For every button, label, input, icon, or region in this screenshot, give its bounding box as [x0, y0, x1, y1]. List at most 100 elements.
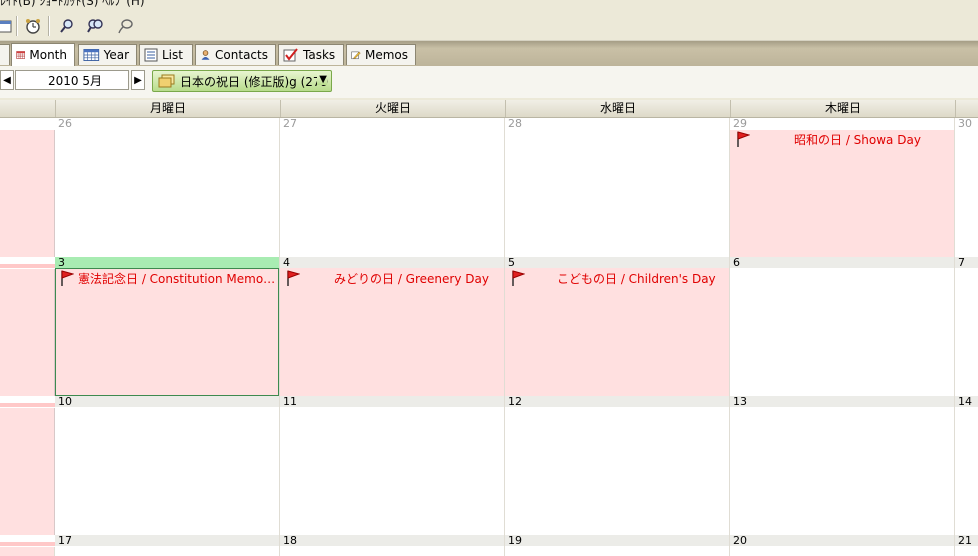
day-cell-partial[interactable] — [0, 130, 55, 257]
day-number: 3 — [55, 257, 279, 268]
tab-month[interactable]: Month — [11, 43, 75, 66]
holiday-event[interactable]: こどもの日 / Children's Day — [511, 270, 727, 286]
alarm-clock-icon[interactable] — [22, 15, 44, 37]
folders-icon — [158, 74, 175, 88]
day-number: 5 — [505, 257, 729, 268]
day-cell-partial[interactable] — [0, 408, 55, 535]
find-replace-icon[interactable] — [84, 15, 106, 37]
day-number: 20 — [730, 535, 954, 546]
day-number: 18 — [280, 535, 504, 546]
day-number: 28 — [508, 117, 522, 130]
navigation-bar: ◀ 2010 5月 ▶ 日本の祝日 (修正版)g (279 ▼ — [0, 66, 978, 98]
day-number: 6 — [730, 257, 954, 268]
calendar-icon[interactable] — [0, 15, 16, 37]
month-grid: 26 27 28 29 昭和の日 / Showa Day 30 3 憲法記念日 … — [0, 118, 978, 556]
day-cell[interactable]: 12 — [505, 396, 730, 535]
day-cell-partial[interactable]: 30 — [955, 118, 978, 257]
holiday-title: 昭和の日 / Showa Day — [794, 132, 921, 147]
holiday-event[interactable]: 昭和の日 / Showa Day — [736, 131, 952, 147]
day-number: 19 — [505, 535, 729, 546]
search-icon[interactable] — [56, 15, 78, 37]
holiday-background — [730, 130, 954, 257]
day-number: 11 — [280, 396, 504, 407]
flag-icon — [512, 270, 525, 286]
lasso-icon[interactable] — [114, 15, 136, 37]
flag-icon — [737, 131, 750, 147]
day-cell-partial[interactable]: 7 — [955, 257, 978, 396]
day-cell[interactable]: 17 — [55, 535, 280, 556]
holiday-background — [55, 268, 279, 396]
tab-tasks-label: Tasks — [303, 48, 336, 62]
day-number: 21 — [955, 535, 978, 546]
day-number: 13 — [730, 396, 954, 407]
triangle-left-icon: ◀ — [3, 74, 11, 86]
holiday-title: こどもの日 / Children's Day — [557, 271, 716, 286]
day-number: 4 — [280, 257, 504, 268]
day-cell[interactable]: 13 — [730, 396, 955, 535]
day-number: 26 — [58, 117, 72, 130]
day-number: 27 — [283, 117, 297, 130]
weekday-thursday: 木曜日 — [730, 100, 955, 117]
day-cell-partial[interactable] — [0, 547, 55, 556]
memo-pencil-icon — [351, 51, 361, 60]
day-cell[interactable]: 20 — [730, 535, 955, 556]
list-icon — [144, 48, 158, 62]
day-cell[interactable]: 26 — [55, 118, 280, 257]
holiday-event[interactable]: みどりの日 / Greenery Day — [286, 270, 502, 286]
holiday-background — [505, 268, 729, 396]
day-number: 30 — [958, 117, 972, 130]
menu-text[interactable]: ﾚｲﾄ(B) ｼｮｰﾄｶｯﾄ(S) ﾍﾙﾌﾟ(H) — [0, 0, 145, 9]
flag-icon — [61, 270, 74, 286]
holiday-title: 憲法記念日 / Constitution Memorial Day — [78, 271, 277, 286]
weekday-wednesday: 水曜日 — [505, 100, 730, 117]
weekday-monday: 月曜日 — [55, 100, 280, 117]
holiday-event[interactable]: 憲法記念日 / Constitution Memorial Day — [60, 270, 277, 286]
holiday-set-dropdown[interactable]: 日本の祝日 (修正版)g (279 ▼ — [152, 70, 332, 92]
day-cell[interactable]: 19 — [505, 535, 730, 556]
day-cell-partial[interactable]: 21 — [955, 535, 978, 556]
day-cell[interactable]: 28 — [505, 118, 730, 257]
day-cell[interactable]: 4 みどりの日 / Greenery Day — [280, 257, 505, 396]
prev-month-button[interactable]: ◀ — [0, 70, 14, 90]
day-cell[interactable]: 18 — [280, 535, 505, 556]
day-cell[interactable]: 6 — [730, 257, 955, 396]
tab-list-label: List — [162, 48, 183, 62]
next-month-button[interactable]: ▶ — [131, 70, 145, 90]
date-field[interactable]: 2010 5月 — [15, 70, 129, 90]
tab-list[interactable]: List — [139, 44, 193, 65]
flag-icon — [287, 270, 300, 286]
day-cell-today[interactable]: 3 憲法記念日 / Constitution Memorial Day — [55, 257, 280, 396]
day-cell-partial[interactable] — [0, 269, 55, 396]
day-number: 7 — [955, 257, 978, 268]
holiday-title: みどりの日 / Greenery Day — [334, 271, 489, 286]
day-number: 14 — [955, 396, 978, 407]
menu-bar: ﾚｲﾄ(B) ｼｮｰﾄｶｯﾄ(S) ﾍﾙﾌﾟ(H) — [0, 0, 978, 12]
day-cell[interactable]: 5 こどもの日 / Children's Day — [505, 257, 730, 396]
tab-memos-label: Memos — [364, 48, 408, 62]
person-icon — [201, 50, 210, 60]
day-cell[interactable]: 29 昭和の日 / Showa Day — [730, 118, 955, 257]
tab-year-label: Year — [103, 48, 129, 62]
day-cell-partial[interactable]: 14 — [955, 396, 978, 535]
day-cell[interactable]: 10 — [55, 396, 280, 535]
view-tab-bar: Month Year List Contacts Tasks Memos — [0, 41, 978, 66]
tab-year[interactable]: Year — [78, 44, 137, 65]
year-grid-icon — [83, 49, 100, 61]
day-cell[interactable]: 27 — [280, 118, 505, 257]
weekday-tuesday: 火曜日 — [280, 100, 505, 117]
tab-memos[interactable]: Memos — [346, 44, 416, 65]
month-grid-icon — [16, 51, 26, 59]
day-number: 10 — [55, 396, 279, 407]
tab-contacts[interactable]: Contacts — [195, 44, 276, 65]
triangle-right-icon: ▶ — [134, 74, 142, 86]
tab-contacts-label: Contacts — [215, 48, 268, 62]
date-field-value: 2010 5月 — [48, 73, 102, 88]
weekday-header: 月曜日 火曜日 水曜日 木曜日 — [0, 100, 978, 118]
dropdown-arrow-icon: ▼ — [317, 74, 327, 85]
toolbar — [0, 12, 978, 41]
checkmark-icon — [283, 48, 298, 62]
tab-tasks[interactable]: Tasks — [278, 44, 344, 65]
day-cell[interactable]: 11 — [280, 396, 505, 535]
holiday-set-label: 日本の祝日 (修正版)g (279 — [180, 74, 329, 89]
holiday-background — [280, 268, 504, 396]
